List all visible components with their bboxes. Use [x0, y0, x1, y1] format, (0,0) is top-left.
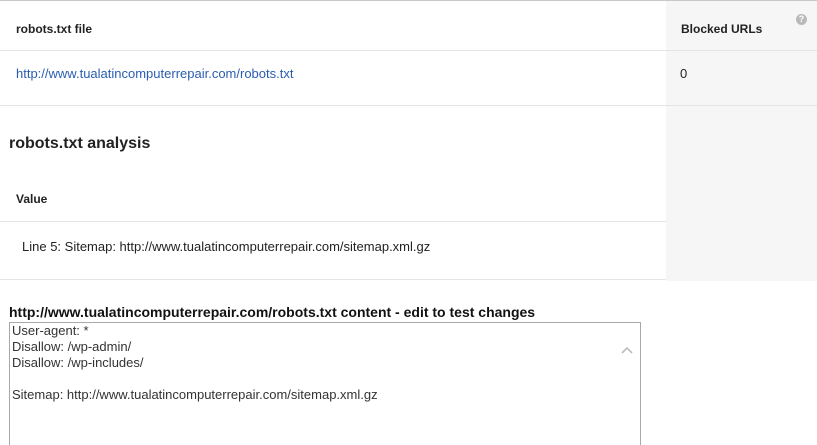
- value-header-divider: [0, 221, 666, 222]
- analysis-line-value: Line 5: Sitemap: http://www.tualatincomp…: [22, 239, 431, 254]
- blocked-urls-column-panel: [666, 1, 817, 281]
- help-icon[interactable]: ?: [796, 14, 807, 25]
- blocked-urls-column-header: Blocked URLs: [681, 22, 763, 36]
- analysis-title: robots.txt analysis: [9, 135, 151, 152]
- header-divider: [0, 50, 817, 51]
- blocked-urls-count: 0: [680, 66, 688, 81]
- chevron-up-icon[interactable]: [620, 345, 634, 355]
- robots-tester-page: robots.txt file Blocked URLs ? http://ww…: [0, 0, 817, 445]
- row-divider: [0, 105, 817, 106]
- robots-content-editor[interactable]: User-agent: * Disallow: /wp-admin/ Disal…: [9, 322, 641, 445]
- robots-content-title: http://www.tualatincomputerrepair.com/ro…: [9, 304, 536, 320]
- robots-content-text[interactable]: User-agent: * Disallow: /wp-admin/ Disal…: [10, 323, 608, 403]
- value-row-divider: [0, 279, 666, 280]
- robots-file-column-header: robots.txt file: [16, 22, 93, 36]
- value-column-header: Value: [16, 192, 48, 206]
- robots-file-link[interactable]: http://www.tualatincomputerrepair.com/ro…: [16, 66, 293, 81]
